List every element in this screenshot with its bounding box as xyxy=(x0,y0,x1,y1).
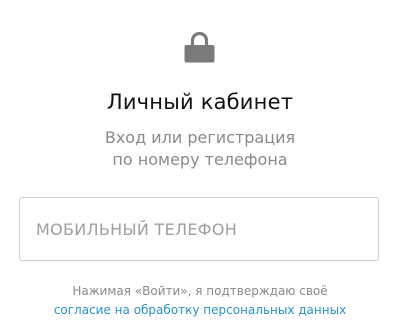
personal-data-consent-link[interactable]: согласие на обработку персональных данны… xyxy=(0,301,400,320)
page-subtitle: Вход или регистрация по номеру телефона xyxy=(0,127,400,171)
subtitle-line-2: по номеру телефона xyxy=(112,150,288,169)
page-title: Личный кабинет xyxy=(106,90,294,114)
consent-notice: Нажимая «Войти», я подтверждаю своё согл… xyxy=(0,282,400,320)
login-page: Личный кабинет Вход или регистрация по н… xyxy=(0,0,400,326)
mobile-phone-input[interactable] xyxy=(19,197,379,261)
subtitle-line-1: Вход или регистрация xyxy=(104,128,296,147)
lock-icon xyxy=(184,31,215,63)
consent-text: Нажимая «Войти», я подтверждаю своё xyxy=(72,284,328,298)
